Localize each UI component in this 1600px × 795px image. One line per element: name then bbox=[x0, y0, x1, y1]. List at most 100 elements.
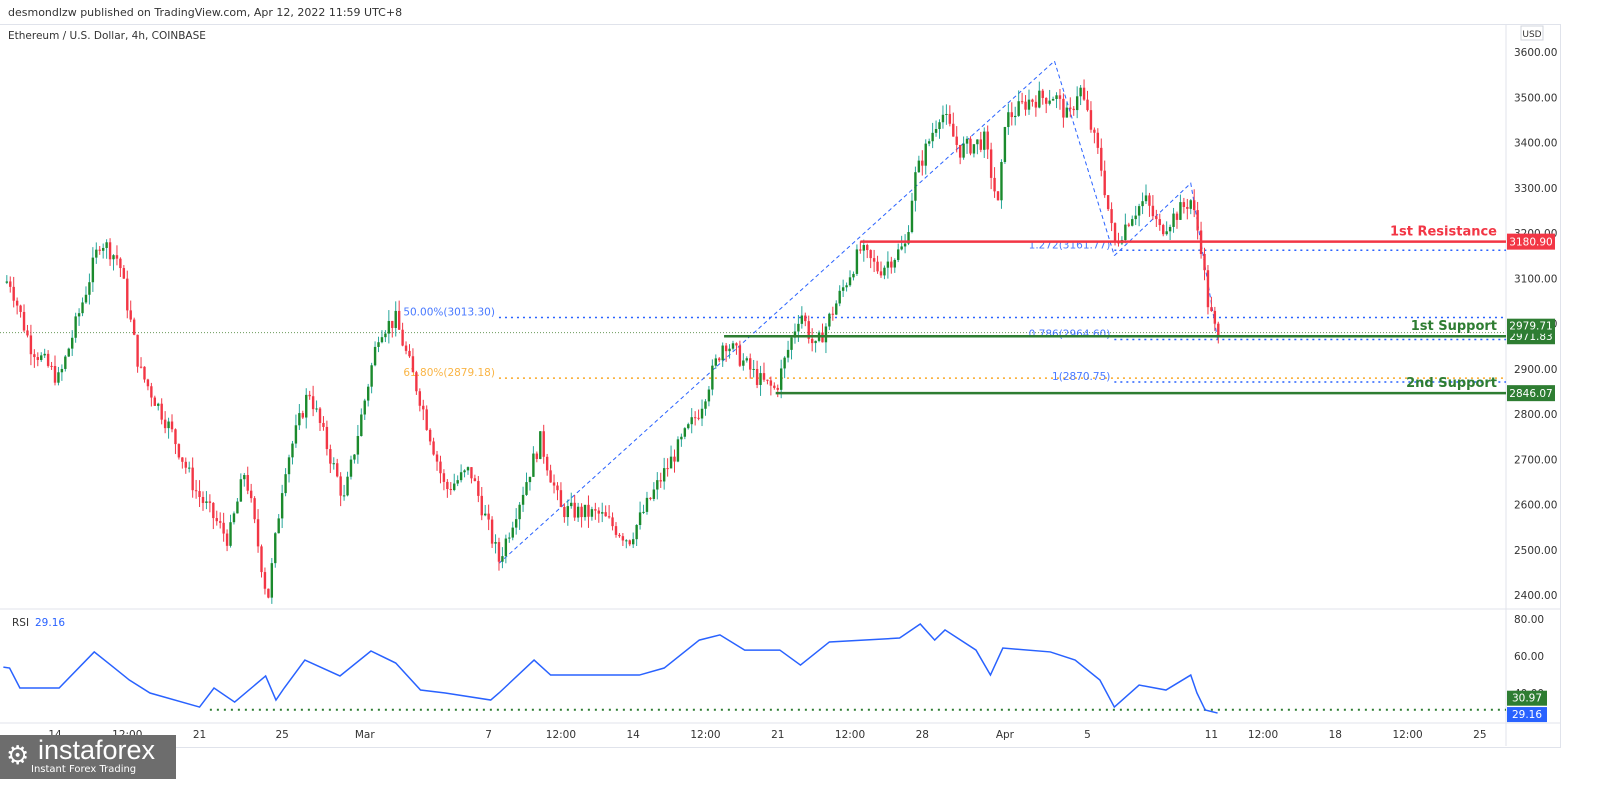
candle-body bbox=[280, 493, 284, 519]
candle-body bbox=[549, 470, 552, 483]
candle-body bbox=[1020, 101, 1024, 103]
candle-body bbox=[1093, 129, 1096, 133]
candle-body bbox=[872, 258, 876, 262]
price-tick: 3600.00 bbox=[1514, 47, 1557, 59]
time-tick: 25 bbox=[1473, 729, 1486, 741]
candle-body bbox=[229, 522, 232, 546]
candle-body bbox=[924, 143, 927, 166]
candle-body bbox=[305, 394, 308, 418]
candle-body bbox=[659, 480, 662, 482]
candle-body bbox=[1124, 224, 1127, 241]
candle-body bbox=[33, 354, 36, 358]
candle-body bbox=[962, 143, 965, 158]
candle-body bbox=[910, 200, 914, 233]
candle-body bbox=[64, 356, 67, 369]
candle-body bbox=[453, 483, 456, 491]
candle-body bbox=[363, 400, 366, 415]
candle-body bbox=[690, 417, 693, 425]
candle-body bbox=[336, 463, 339, 477]
candle-body bbox=[77, 313, 81, 317]
candle-body bbox=[955, 136, 958, 145]
candle-body bbox=[418, 391, 422, 406]
candle-body bbox=[112, 255, 115, 260]
candle-body bbox=[1024, 101, 1027, 110]
candle-body bbox=[752, 368, 755, 370]
candle-body bbox=[322, 422, 325, 427]
candle-body bbox=[119, 258, 122, 269]
chart-canvas[interactable]: USD3600.003500.003400.003300.003200.0031… bbox=[0, 0, 1600, 795]
time-tick: 25 bbox=[275, 729, 288, 741]
candle-body bbox=[497, 542, 501, 562]
candle-body bbox=[893, 259, 896, 268]
candle-body bbox=[1127, 224, 1130, 226]
candle-body bbox=[525, 482, 528, 495]
level-label: 1st Resistance bbox=[1390, 225, 1497, 240]
candle-body bbox=[74, 316, 77, 338]
candle-body bbox=[287, 457, 291, 475]
candle-body bbox=[676, 439, 680, 462]
candle-body bbox=[291, 443, 294, 458]
candle-body bbox=[673, 456, 676, 462]
candle-body bbox=[346, 476, 349, 496]
candle-body bbox=[855, 249, 859, 274]
candle-body bbox=[1210, 307, 1213, 311]
candle-body bbox=[604, 512, 607, 517]
candle-body bbox=[236, 501, 239, 514]
candle-body bbox=[683, 428, 687, 437]
candle-body bbox=[570, 502, 573, 507]
candle-body bbox=[432, 441, 435, 455]
candle-body bbox=[22, 311, 26, 331]
candle-body bbox=[838, 290, 841, 304]
candle-body bbox=[714, 358, 717, 366]
time-tick: 11 bbox=[1205, 729, 1218, 741]
candle-body bbox=[742, 360, 745, 366]
candle-body bbox=[583, 504, 587, 518]
candle-body bbox=[108, 242, 112, 260]
candle-body bbox=[150, 386, 153, 398]
candle-body bbox=[101, 247, 105, 251]
candle-body bbox=[129, 310, 132, 320]
symbol-title: Ethereum / U.S. Dollar, 4h, COINBASE bbox=[8, 30, 206, 42]
candle-body bbox=[566, 506, 570, 518]
candle-body bbox=[57, 372, 60, 383]
candle-body bbox=[779, 368, 783, 390]
time-tick: 21 bbox=[193, 729, 206, 741]
candle-body bbox=[256, 519, 260, 547]
candle-body bbox=[380, 337, 384, 343]
candle-body bbox=[174, 429, 177, 445]
candle-body bbox=[993, 177, 996, 192]
candle-body bbox=[318, 408, 322, 423]
candle-body bbox=[298, 413, 301, 426]
candle-body bbox=[762, 373, 766, 380]
candle-body bbox=[339, 476, 342, 496]
price-tick: 2600.00 bbox=[1514, 500, 1557, 512]
candle-body bbox=[769, 380, 773, 386]
candle-body bbox=[311, 396, 315, 410]
candle-body bbox=[1027, 99, 1031, 110]
time-tick: 14 bbox=[627, 729, 641, 741]
candle-body bbox=[587, 504, 590, 517]
candle-body bbox=[1089, 110, 1093, 130]
candle-body bbox=[60, 368, 64, 373]
candle-body bbox=[773, 385, 776, 388]
candle-body bbox=[542, 431, 545, 457]
candle-body bbox=[917, 160, 921, 173]
candle-body bbox=[835, 303, 838, 315]
candle-body bbox=[1031, 99, 1034, 102]
candle-body bbox=[934, 129, 938, 133]
candle-body bbox=[1213, 310, 1217, 324]
time-tick: 28 bbox=[916, 729, 929, 741]
candle-body bbox=[387, 320, 391, 334]
candle-body bbox=[804, 315, 807, 322]
candle-body bbox=[514, 519, 518, 528]
candle-body bbox=[1134, 215, 1137, 220]
logo-name: instaforex bbox=[38, 735, 156, 765]
candle-body bbox=[198, 491, 201, 497]
instaforex-logo: ⚙ instaforex Instant Forex Trading bbox=[0, 735, 176, 779]
candle-body bbox=[745, 358, 748, 361]
candle-body bbox=[370, 365, 373, 387]
candle-body bbox=[315, 408, 318, 410]
candle-body bbox=[941, 114, 945, 123]
candle-body bbox=[535, 453, 539, 459]
candle-body bbox=[191, 467, 194, 491]
